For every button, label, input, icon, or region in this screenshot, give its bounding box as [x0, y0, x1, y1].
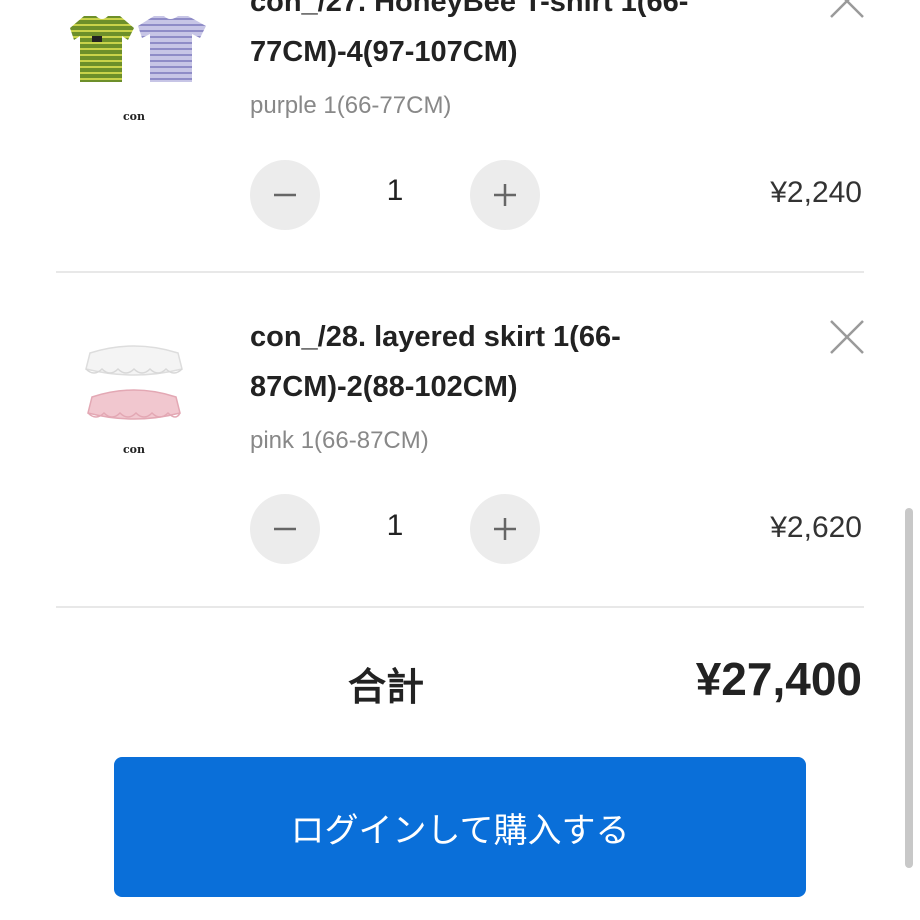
minus-icon	[274, 527, 296, 531]
decrease-quantity-button[interactable]	[250, 494, 320, 564]
quantity-value: 1	[386, 509, 404, 542]
close-icon	[830, 320, 864, 354]
product-title[interactable]: con_/28. layered skirt 1(66- 87CM)-2(88-…	[250, 312, 770, 412]
scrollbar-thumb[interactable]	[905, 508, 913, 868]
login-and-purchase-button[interactable]: ログインして購入する	[114, 757, 806, 897]
quantity-value: 1	[386, 174, 404, 207]
increase-quantity-button[interactable]	[470, 160, 540, 230]
product-variant: purple 1(66-77CM)	[250, 92, 452, 119]
item-price: ¥2,620	[770, 511, 862, 544]
striped-tshirts-image: con	[70, 16, 206, 123]
brand-logo: con	[123, 110, 145, 123]
product-thumbnail[interactable]: con	[70, 0, 210, 150]
item-divider	[56, 271, 864, 273]
minus-icon	[274, 193, 296, 197]
product-thumbnail[interactable]: con	[70, 335, 210, 485]
product-variant: pink 1(66-87CM)	[250, 427, 429, 454]
total-label: 合計	[348, 665, 425, 709]
plus-icon	[494, 184, 516, 206]
product-title-line: 77CM)-4(97-107CM)	[250, 36, 518, 68]
product-title-line: 87CM)-2(88-102CM)	[250, 371, 518, 403]
close-icon	[830, 0, 864, 18]
product-title-line: con_/27. HoneyBee T-shirt 1(66-	[250, 0, 689, 18]
plus-icon	[494, 518, 516, 540]
layered-skirts-image: con	[85, 345, 183, 456]
increase-quantity-button[interactable]	[470, 494, 540, 564]
product-title[interactable]: con_/27. HoneyBee T-shirt 1(66- 77CM)-4(…	[250, 0, 770, 77]
remove-item-button[interactable]	[826, 316, 868, 358]
product-title-line: con_/28. layered skirt 1(66-	[250, 321, 621, 353]
total-value: ¥27,400	[695, 653, 862, 705]
brand-logo: con	[123, 443, 145, 456]
item-divider	[56, 606, 864, 608]
remove-item-button[interactable]	[826, 0, 868, 22]
item-price: ¥2,240	[770, 176, 862, 209]
decrease-quantity-button[interactable]	[250, 160, 320, 230]
